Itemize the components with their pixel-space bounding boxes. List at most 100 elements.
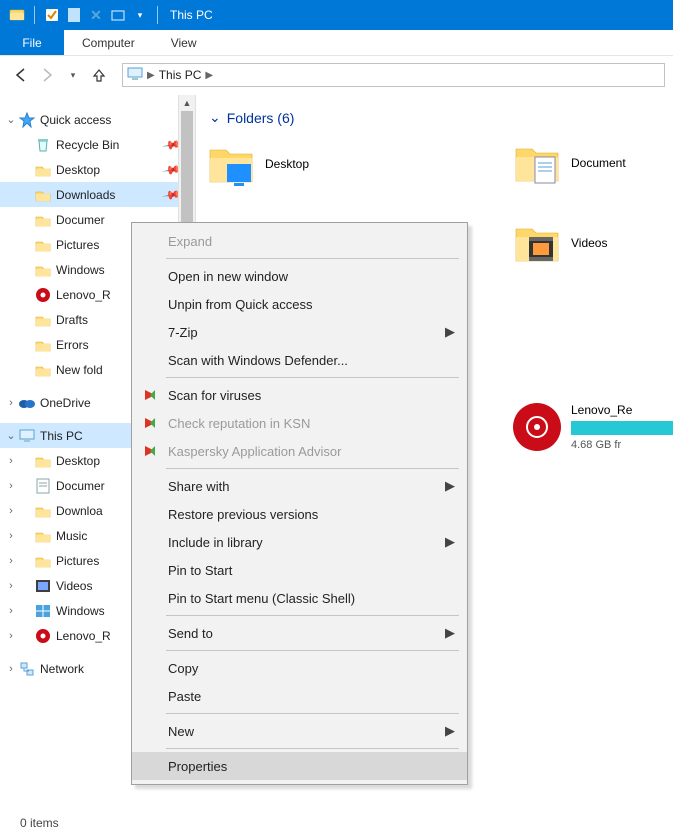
- recycle-bin-icon: [34, 136, 52, 154]
- expand-toggle[interactable]: ⌄: [4, 113, 18, 126]
- menu-item-label: Open in new window: [168, 269, 288, 284]
- expand-toggle[interactable]: ⌄: [4, 429, 18, 442]
- expand-toggle[interactable]: ›: [4, 663, 18, 675]
- qat-checkbox-icon[interactable]: [43, 6, 61, 24]
- submenu-arrow-icon: ▶: [445, 534, 455, 550]
- qat-box-icon[interactable]: [109, 6, 127, 24]
- folder-icon: [34, 452, 52, 470]
- menu-item-copy[interactable]: Copy: [132, 654, 467, 682]
- section-folders-label: Folders (6): [227, 110, 295, 126]
- nav-forward-button[interactable]: [36, 64, 58, 86]
- menu-item-scan-with-windows-defender---[interactable]: Scan with Windows Defender...: [132, 346, 467, 374]
- nav-item-label: Downloads: [56, 188, 115, 202]
- folder-icon: [34, 261, 52, 279]
- folder-item-document[interactable]: Document: [513, 135, 673, 191]
- folder-item-videos[interactable]: Videos: [513, 215, 673, 271]
- address-bar: ▾ ▶ This PC ▶: [0, 56, 673, 95]
- submenu-arrow-icon: ▶: [445, 324, 455, 340]
- expand-toggle[interactable]: ›: [4, 605, 18, 617]
- file-tab[interactable]: File: [0, 30, 64, 55]
- expand-toggle[interactable]: ›: [4, 580, 18, 592]
- titlebar: ✕ ▾ This PC: [0, 0, 673, 30]
- scroll-up-button[interactable]: ▲: [179, 95, 195, 111]
- expand-toggle[interactable]: ›: [4, 555, 18, 567]
- star-icon: [18, 111, 36, 129]
- menu-item-label: Scan for viruses: [168, 388, 261, 403]
- qat-dropdown-icon[interactable]: ▾: [131, 6, 149, 24]
- menu-item-scan-for-viruses[interactable]: Scan for viruses: [132, 381, 467, 409]
- folder-icon: [34, 552, 52, 570]
- videos-icon: [34, 577, 52, 595]
- folder-icon: [34, 502, 52, 520]
- menu-item-label: Properties: [168, 759, 227, 774]
- nav-item-label: OneDrive: [40, 396, 91, 410]
- explorer-icon: [8, 6, 26, 24]
- expand-toggle[interactable]: ›: [4, 455, 18, 467]
- nav-back-button[interactable]: [10, 64, 32, 86]
- nav-item-label: Downloa: [56, 504, 103, 518]
- expand-toggle[interactable]: ›: [4, 530, 18, 542]
- nav-up-button[interactable]: [88, 64, 110, 86]
- menu-item-label: Restore previous versions: [168, 507, 318, 522]
- menu-item-pin-to-start-menu--classic-shell-[interactable]: Pin to Start menu (Classic Shell): [132, 584, 467, 612]
- section-folders-header[interactable]: ⌄ Folders (6): [209, 109, 665, 126]
- context-menu: ExpandOpen in new windowUnpin from Quick…: [131, 222, 468, 785]
- nav-item-downloads[interactable]: Downloads📌: [0, 182, 183, 207]
- menu-item-check-reputation-in-ksn: Check reputation in KSN: [132, 409, 467, 437]
- folder-name: Document: [571, 156, 626, 170]
- folder-item-desktop[interactable]: Desktop: [207, 136, 437, 192]
- nav-history-dropdown[interactable]: ▾: [62, 64, 84, 86]
- nav-item-label: Desktop: [56, 454, 100, 468]
- menu-item-label: New: [168, 724, 194, 739]
- menu-item-properties[interactable]: Properties: [132, 752, 467, 780]
- menu-item-7-zip[interactable]: 7-Zip ▶: [132, 318, 467, 346]
- chevron-down-icon: ⌄: [209, 109, 221, 126]
- computer-tab[interactable]: Computer: [64, 30, 153, 55]
- expand-toggle[interactable]: ›: [4, 505, 18, 517]
- folder-icon: [34, 236, 52, 254]
- folder-icon: [513, 139, 561, 187]
- expand-toggle[interactable]: ›: [4, 480, 18, 492]
- expand-toggle[interactable]: ›: [4, 630, 18, 642]
- drive-item[interactable]: Lenovo_Re 4.68 GB fr: [513, 403, 673, 451]
- nav-item-label: This PC: [40, 429, 83, 443]
- folder-icon: [207, 140, 255, 188]
- menu-item-unpin-from-quick-access[interactable]: Unpin from Quick access: [132, 290, 467, 318]
- chevron-right-icon[interactable]: ▶: [147, 70, 155, 81]
- kaspersky-icon: [142, 415, 158, 431]
- menu-item-label: Kaspersky Application Advisor: [168, 444, 341, 459]
- nav-item-label: New fold: [56, 363, 103, 377]
- view-tab[interactable]: View: [153, 30, 215, 55]
- ribbon: File Computer View: [0, 30, 673, 56]
- expand-toggle[interactable]: ›: [4, 397, 18, 409]
- menu-item-label: 7-Zip: [168, 325, 198, 340]
- menu-item-share-with[interactable]: Share with▶: [132, 472, 467, 500]
- nav-item-desktop[interactable]: Desktop📌: [0, 157, 183, 182]
- chevron-right-icon[interactable]: ▶: [205, 70, 213, 81]
- this-pc-icon: [18, 427, 36, 445]
- drive-usage-bar: [571, 421, 673, 435]
- nav-item-label: Pictures: [56, 554, 99, 568]
- menu-item-new[interactable]: New▶: [132, 717, 467, 745]
- menu-item-paste[interactable]: Paste: [132, 682, 467, 710]
- menu-item-label: Send to: [168, 626, 213, 641]
- menu-item-label: Share with: [168, 479, 229, 494]
- menu-item-restore-previous-versions[interactable]: Restore previous versions: [132, 500, 467, 528]
- qat-delete-icon[interactable]: ✕: [87, 6, 105, 24]
- nav-item-recycle-bin[interactable]: Recycle Bin📌: [0, 132, 183, 157]
- folder-icon: [34, 161, 52, 179]
- address-box[interactable]: ▶ This PC ▶: [122, 63, 665, 87]
- folder-icon: [34, 186, 52, 204]
- nav-item-label: Lenovo_R: [56, 288, 111, 302]
- nav-item-label: Documer: [56, 213, 105, 227]
- menu-item-include-in-library[interactable]: Include in library▶: [132, 528, 467, 556]
- menu-item-pin-to-start[interactable]: Pin to Start: [132, 556, 467, 584]
- nav-item-label: Quick access: [40, 113, 111, 127]
- menu-item-send-to[interactable]: Send to▶: [132, 619, 467, 647]
- qat-note-icon[interactable]: [65, 6, 83, 24]
- nav-quick-access[interactable]: ⌄ Quick access: [0, 107, 183, 132]
- menu-item-open-in-new-window[interactable]: Open in new window: [132, 262, 467, 290]
- menu-item-label: Paste: [168, 689, 201, 704]
- breadcrumb-this-pc[interactable]: This PC: [159, 68, 202, 82]
- recovery-icon: [34, 286, 52, 304]
